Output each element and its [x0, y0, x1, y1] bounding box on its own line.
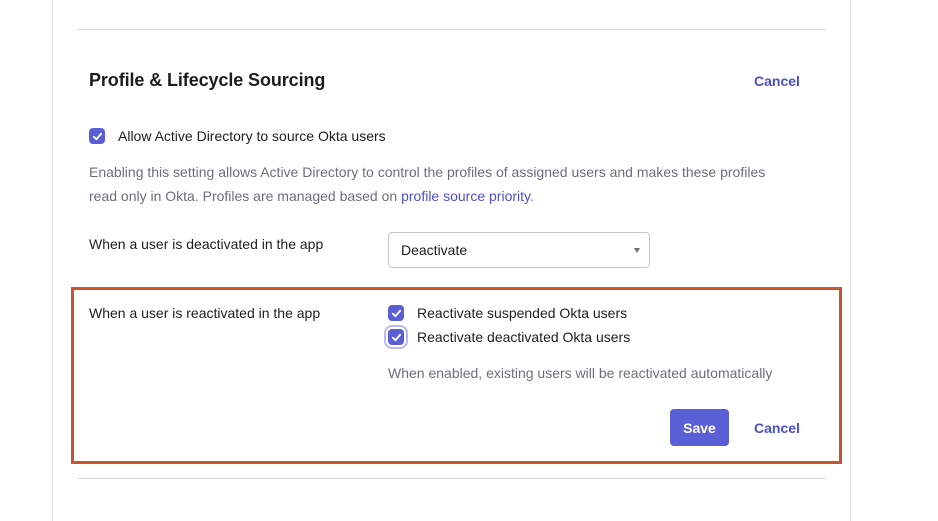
section-title: Profile & Lifecycle Sourcing — [89, 70, 326, 90]
reactivate-suspended-row[interactable]: Reactivate suspended Okta users — [388, 305, 627, 321]
source-description-suffix: . — [529, 188, 534, 204]
reactivate-deactivated-row[interactable]: Reactivate deactivated Okta users — [388, 329, 630, 345]
reactivate-deactivated-label: Reactivate deactivated Okta users — [417, 329, 631, 345]
profile-source-priority-link[interactable]: profile source priority — [401, 188, 530, 204]
reactivation-label: When a user is reactivated in the app — [89, 305, 321, 321]
deactivation-select-value: Deactivate — [401, 242, 468, 258]
cancel-button[interactable]: Cancel — [754, 420, 800, 436]
check-icon — [391, 309, 401, 317]
source-description: Enabling this setting allows Active Dire… — [89, 160, 789, 208]
top-divider — [77, 29, 826, 30]
check-icon — [92, 132, 102, 140]
reactivate-suspended-label: Reactivate suspended Okta users — [417, 305, 628, 321]
reactivate-suspended-checkbox[interactable] — [388, 305, 404, 321]
allow-ad-source-checkbox[interactable] — [89, 128, 105, 144]
deactivation-select[interactable]: Deactivate — [388, 232, 650, 268]
bottom-divider — [77, 478, 826, 479]
reactivate-deactivated-checkbox[interactable] — [388, 329, 404, 345]
deactivation-label: When a user is deactivated in the app — [89, 236, 324, 252]
cancel-link-top[interactable]: Cancel — [754, 73, 800, 89]
caret-down-icon — [634, 248, 640, 253]
check-icon — [391, 333, 401, 341]
allow-ad-source-label: Allow Active Directory to source Okta us… — [118, 128, 386, 144]
reactivation-help-text: When enabled, existing users will be rea… — [388, 365, 773, 381]
allow-ad-source-row[interactable]: Allow Active Directory to source Okta us… — [89, 128, 386, 144]
save-button[interactable]: Save — [670, 409, 729, 446]
